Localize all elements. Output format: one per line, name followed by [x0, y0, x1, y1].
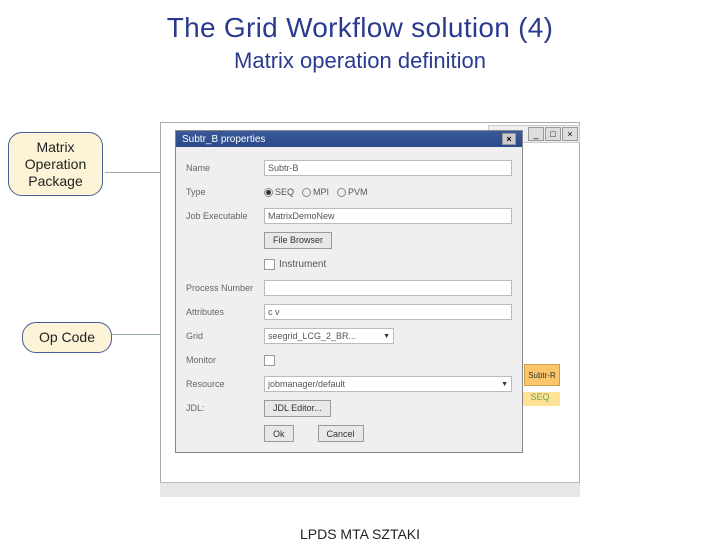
workflow-node-subtr-r[interactable]: Subtr-R	[524, 364, 560, 386]
radio-dot-icon	[264, 188, 273, 197]
label-name: Name	[186, 163, 264, 173]
callout-matrix-operation-package: Matrix Operation Package	[8, 132, 103, 196]
close-icon[interactable]: ×	[502, 133, 516, 145]
grid-select[interactable]: seegrid_LCG_2_BR... ▼	[264, 328, 394, 344]
resource-select[interactable]: jobmanager/default ▼	[264, 376, 512, 392]
dialog-titlebar: Subtr_B properties ×	[176, 131, 522, 147]
radio-dot-icon	[337, 188, 346, 197]
window-statusbar	[160, 482, 580, 497]
slide-subtitle: Matrix operation definition	[0, 48, 720, 74]
file-browser-button[interactable]: File Browser	[264, 232, 332, 249]
label-attributes: Attributes	[186, 307, 264, 317]
slide-title: The Grid Workflow solution (4)	[0, 12, 720, 44]
label-process-number: Process Number	[186, 283, 264, 293]
label-job-executable: Job Executable	[186, 211, 264, 221]
dialog-body: Name Subtr-B Type SEQ MPI PVM Job Execut…	[176, 147, 522, 452]
maximize-button[interactable]: □	[545, 127, 561, 141]
workflow-node-type-label: SEQ	[520, 392, 560, 406]
label-jdl: JDL:	[186, 403, 264, 413]
radio-dot-icon	[302, 188, 311, 197]
callout-op-code: Op Code	[22, 322, 112, 353]
cancel-button[interactable]: Cancel	[318, 425, 364, 442]
chevron-down-icon: ▼	[501, 381, 508, 388]
label-instrument: Instrument	[279, 259, 326, 270]
ok-button[interactable]: Ok	[264, 425, 294, 442]
radio-seq[interactable]: SEQ	[264, 187, 294, 197]
label-resource: Resource	[186, 379, 264, 389]
properties-dialog: Subtr_B properties × Name Subtr-B Type S…	[175, 130, 523, 453]
process-number-input[interactable]	[264, 280, 512, 296]
job-executable-input[interactable]: MatrixDemoNew	[264, 208, 512, 224]
radio-mpi[interactable]: MPI	[302, 187, 329, 197]
name-input[interactable]: Subtr-B	[264, 160, 512, 176]
label-grid: Grid	[186, 331, 264, 341]
monitor-checkbox[interactable]	[264, 355, 275, 366]
chevron-down-icon: ▼	[383, 333, 390, 340]
radio-pvm[interactable]: PVM	[337, 187, 368, 197]
close-button[interactable]: ×	[562, 127, 578, 141]
jdl-editor-button[interactable]: JDL Editor...	[264, 400, 331, 417]
label-type: Type	[186, 187, 264, 197]
instrument-checkbox[interactable]	[264, 259, 275, 270]
dialog-title-text: Subtr_B properties	[182, 134, 265, 145]
attributes-input[interactable]: c v	[264, 304, 512, 320]
label-monitor: Monitor	[186, 355, 264, 365]
minimize-button[interactable]: _	[528, 127, 544, 141]
